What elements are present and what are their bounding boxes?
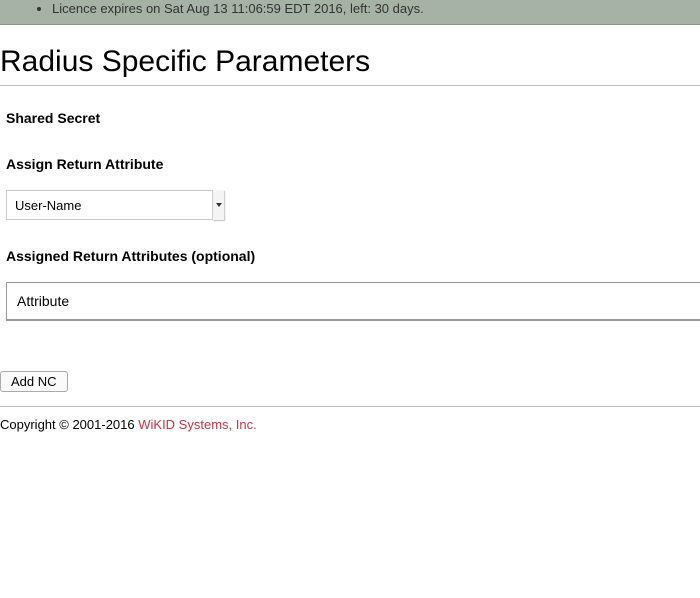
footer: Copyright © 2001-2016 WiKID Systems, Inc… xyxy=(0,417,700,448)
wikid-link[interactable]: WiKID Systems, Inc. xyxy=(138,417,256,432)
page-title: Radius Specific Parameters xyxy=(0,45,700,79)
return-attribute-select[interactable]: User-Name xyxy=(6,190,224,220)
attributes-table-header: Attribute xyxy=(7,283,700,320)
return-attribute-select-wrap: User-Name xyxy=(6,190,224,220)
status-bar: Licence expires on Sat Aug 13 11:06:59 E… xyxy=(0,0,700,25)
footer-divider xyxy=(0,406,700,407)
shared-secret-label: Shared Secret xyxy=(0,110,700,126)
copyright-text: Copyright © 2001-2016 xyxy=(0,417,138,432)
assigned-return-attributes-label: Assigned Return Attributes (optional) xyxy=(0,248,700,264)
button-row: Add NC xyxy=(0,371,700,392)
attributes-table: Attribute xyxy=(6,282,700,321)
license-expiry-text: Licence expires on Sat Aug 13 11:06:59 E… xyxy=(52,0,692,18)
title-divider xyxy=(0,85,700,86)
assign-return-attribute-label: Assign Return Attribute xyxy=(0,156,700,172)
add-nc-button[interactable]: Add NC xyxy=(0,371,68,392)
